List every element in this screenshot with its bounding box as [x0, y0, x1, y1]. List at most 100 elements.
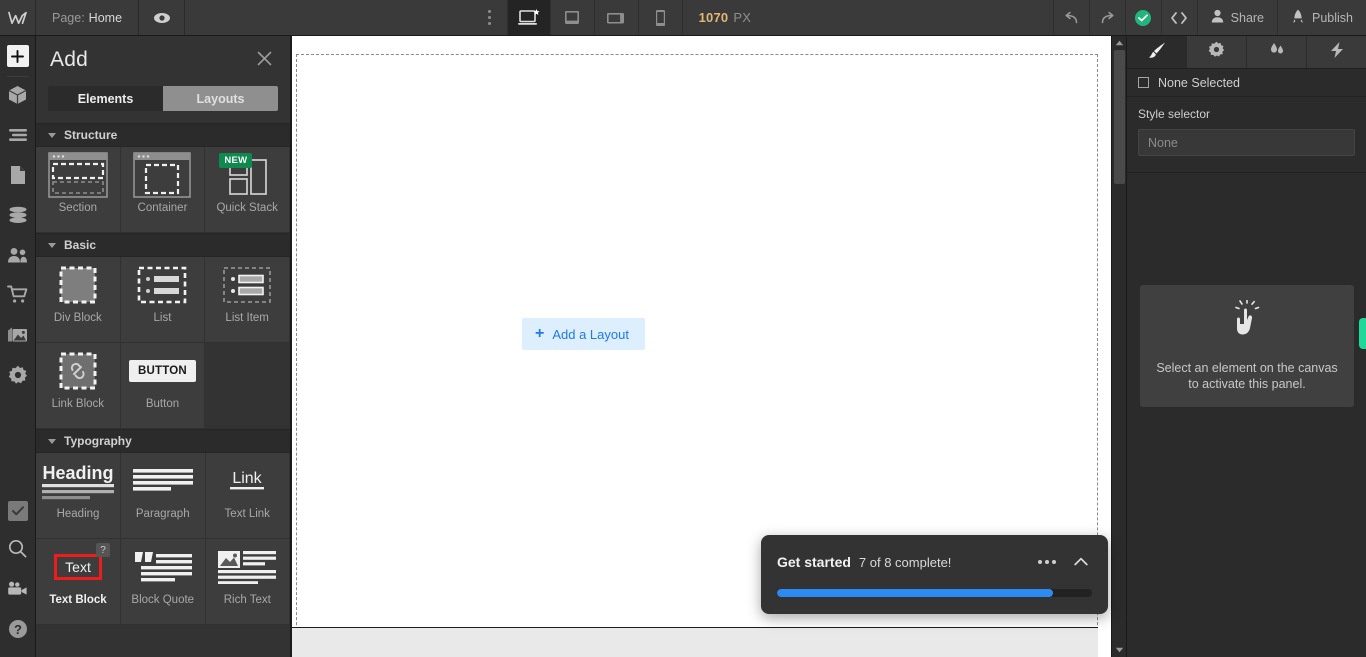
element-tile-div-block[interactable]: Div Block [36, 257, 121, 343]
div-block-icon [36, 257, 120, 313]
sidebar-item-components[interactable] [0, 77, 36, 117]
get-started-header: Get started 7 of 8 complete! [777, 549, 1092, 575]
page-selector[interactable]: Page: Home [36, 0, 140, 35]
plus-icon [6, 45, 29, 67]
publish-label: Publish [1312, 10, 1354, 25]
add-panel-header: Add [36, 36, 290, 84]
element-tile-label: Text Link [224, 508, 270, 520]
tab-layouts[interactable]: Layouts [163, 86, 278, 111]
button-icon: BUTTON [121, 343, 205, 399]
element-tile-button[interactable]: BUTTON Button [120, 343, 206, 429]
sidebar-item-settings[interactable] [0, 357, 36, 397]
sidebar-item-ecommerce[interactable] [0, 277, 36, 317]
chevron-down-icon [48, 438, 56, 444]
element-tile-list-item[interactable]: List Item [205, 257, 290, 343]
element-tile-rich-text[interactable]: Rich Text [205, 539, 290, 625]
share-button[interactable]: Share [1196, 0, 1277, 35]
element-tile-label: Button [145, 398, 180, 410]
device-tablet-landscape-button[interactable] [595, 0, 639, 35]
tab-effects[interactable] [1307, 36, 1366, 68]
selection-label: None Selected [1158, 75, 1241, 90]
preview-eye-icon[interactable] [139, 0, 186, 35]
scroll-down-arrow-icon[interactable] [1112, 643, 1126, 657]
section-header-basic[interactable]: Basic [36, 233, 290, 257]
plus-icon: + [535, 325, 545, 342]
svg-text:Heading: Heading [42, 463, 113, 483]
device-breakpoints [506, 0, 683, 35]
element-tile-label: List [153, 312, 172, 324]
scrollbar-thumb[interactable] [1114, 50, 1125, 184]
checkbox-icon [7, 501, 28, 521]
device-desktop-button[interactable] [506, 0, 551, 35]
sidebar-item-audit[interactable] [0, 491, 36, 531]
get-started-panel[interactable]: Get started 7 of 8 complete! [761, 535, 1108, 614]
element-tile-block-quote[interactable]: Block Quote [121, 539, 206, 625]
feedback-tab[interactable] [1359, 318, 1366, 349]
toolbar-actions: Share Publish [1052, 0, 1366, 35]
style-selector-input[interactable]: None [1138, 129, 1355, 156]
tab-elements[interactable]: Elements [48, 86, 163, 111]
tab-style[interactable] [1127, 36, 1187, 68]
element-tile-label: Paragraph [135, 508, 190, 520]
element-tile-label: Block Quote [131, 594, 195, 606]
ellipsis-icon[interactable] [1030, 554, 1064, 570]
device-mobile-button[interactable] [639, 0, 683, 35]
close-icon[interactable] [257, 51, 272, 70]
webflow-logo-icon[interactable] [0, 0, 36, 35]
sidebar-item-help[interactable]: ? [0, 611, 36, 651]
progress-bar-track [777, 589, 1092, 597]
element-tile-text-link[interactable]: Link Text Link [205, 453, 290, 539]
add-layout-button[interactable]: + Add a Layout [522, 318, 645, 350]
publish-button[interactable]: Publish [1277, 0, 1366, 35]
sidebar-item-pages[interactable] [0, 157, 36, 197]
add-panel: Add Elements Layouts Structure Section C… [36, 36, 291, 657]
section-header-structure[interactable]: Structure [36, 123, 290, 147]
person-icon [1211, 9, 1224, 26]
sidebar-item-video[interactable] [0, 571, 36, 611]
svg-text:?: ? [14, 621, 22, 636]
images-icon [7, 326, 28, 349]
chevron-down-icon [48, 132, 56, 138]
element-tile-section[interactable]: Section [36, 147, 121, 233]
element-tile-list[interactable]: List [120, 257, 206, 343]
code-view-button[interactable] [1160, 0, 1197, 35]
section-title: Structure [64, 128, 118, 142]
more-options-icon[interactable] [473, 0, 507, 35]
redo-icon[interactable] [1088, 0, 1125, 35]
gear-icon [8, 365, 28, 390]
element-tile-label: Text Block [49, 594, 107, 606]
style-panel: None Selected Style selector None Select… [1126, 36, 1366, 657]
element-tile-paragraph[interactable]: Paragraph [121, 453, 206, 539]
sidebar-item-assets[interactable] [0, 317, 36, 357]
element-tile-text-block[interactable]: ? Text Text Block [36, 539, 121, 625]
page-name-label: Home [88, 10, 123, 25]
undo-icon[interactable] [1052, 0, 1089, 35]
left-toolbar-rail: ? [0, 36, 36, 657]
sidebar-item-navigator[interactable] [0, 117, 36, 157]
sidebar-item-search[interactable] [0, 531, 36, 571]
element-tile-quick-stack[interactable]: NEW Quick Stack [205, 147, 290, 233]
sidebar-item-add[interactable] [0, 36, 36, 76]
people-icon [7, 247, 28, 268]
chevron-up-icon[interactable] [1064, 549, 1092, 575]
scroll-up-arrow-icon[interactable] [1112, 36, 1126, 50]
block-quote-icon [121, 539, 205, 595]
element-tile-label: Section [58, 202, 97, 214]
saved-check-icon[interactable] [1124, 0, 1161, 35]
text-block-icon-label: Text [54, 554, 102, 580]
device-tablet-button[interactable] [551, 0, 595, 35]
text-link-icon: Link [206, 453, 290, 509]
section-header-typography[interactable]: Typography [36, 429, 290, 453]
tab-settings[interactable] [1187, 36, 1247, 68]
sidebar-item-cms[interactable] [0, 197, 36, 237]
help-question-icon[interactable]: ? [96, 543, 110, 557]
tab-interactions[interactable] [1247, 36, 1307, 68]
element-tile-heading[interactable]: Heading Heading [36, 453, 121, 539]
element-tile-container[interactable]: Container [120, 147, 206, 233]
link-block-icon [36, 343, 120, 399]
canvas-scrollbar[interactable] [1111, 36, 1126, 657]
sidebar-item-users[interactable] [0, 237, 36, 277]
panel-empty-state: Select an element on the canvas to activ… [1140, 285, 1354, 407]
droplets-icon [1267, 41, 1287, 63]
element-tile-link-block[interactable]: Link Block [36, 343, 121, 429]
